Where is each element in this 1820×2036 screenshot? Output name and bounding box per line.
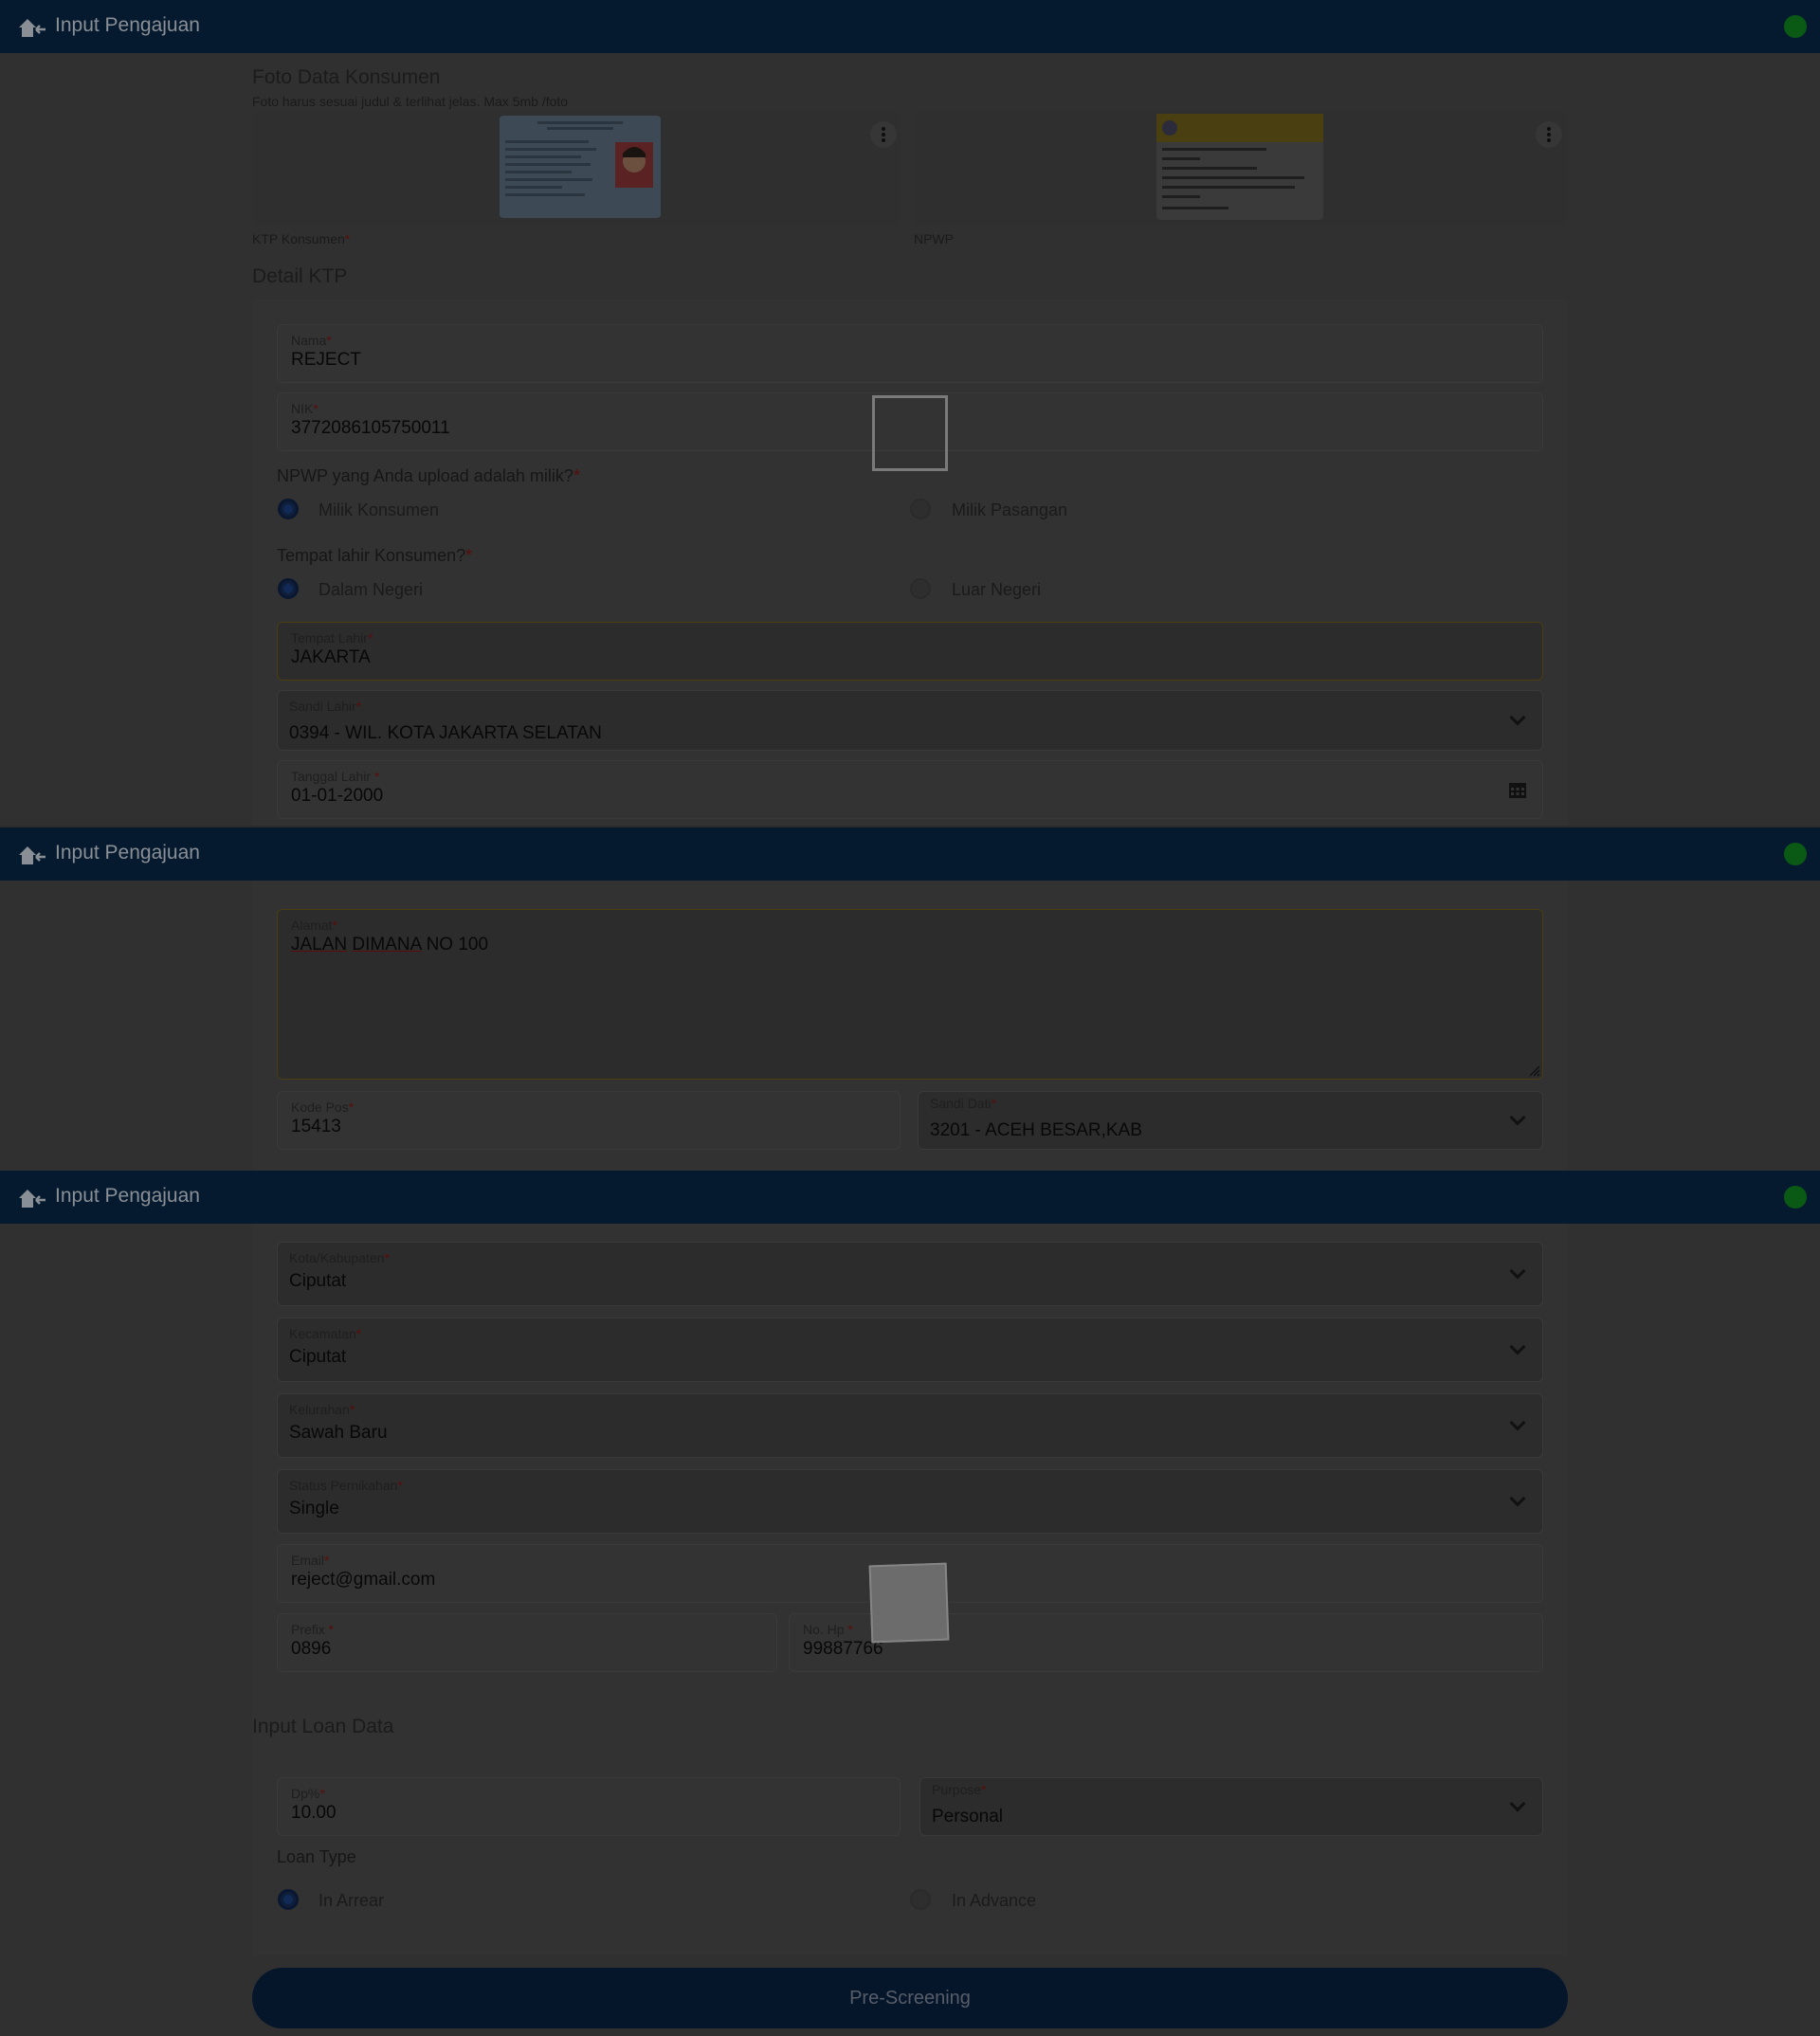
sandi-lahir-value: 0394 - WIL. KOTA JAKARTA SELATAN xyxy=(289,723,602,743)
page-title: Input Pengajuan xyxy=(55,14,200,36)
nama-value: REJECT xyxy=(291,350,361,370)
status-indicator xyxy=(1784,1186,1807,1209)
alamat-textarea[interactable]: Alamat* JALAN DIMANA NO 100 xyxy=(277,909,1543,1080)
status-pernikahan-select[interactable]: Status Pernikahan* Single xyxy=(277,1469,1543,1534)
dp-value: 10.00 xyxy=(291,1803,337,1823)
prefix-field[interactable]: Prefix * 0896 xyxy=(277,1613,777,1672)
alamat-value: JALAN DIMANA NO 100 xyxy=(291,935,489,954)
home-back-icon[interactable] xyxy=(17,1186,47,1210)
kota-value: Ciputat xyxy=(289,1271,347,1291)
app-bar: Input Pengajuan xyxy=(0,1171,1820,1224)
kecamatan-value: Ciputat xyxy=(289,1347,347,1367)
page-title: Input Pengajuan xyxy=(55,1185,200,1207)
kelurahan-value: Sawah Baru xyxy=(289,1423,388,1443)
chevron-down-icon xyxy=(1509,1109,1526,1126)
dalam-negeri-label: Dalam Negeri xyxy=(318,580,424,599)
npwp-owner-pasangan-radio[interactable] xyxy=(910,499,931,519)
kecamatan-select[interactable]: Kecamatan* Ciputat xyxy=(277,1318,1543,1382)
npwp-owner-konsumen-radio[interactable] xyxy=(278,499,299,519)
screen-segment-1: Input Pengajuan Foto Data Konsumen Foto … xyxy=(0,0,1820,826)
npwp-photo-tile[interactable] xyxy=(914,112,1568,226)
chevron-down-icon xyxy=(1509,1263,1526,1280)
photo-hint: Foto harus sesuai judul & terlihat jelas… xyxy=(252,94,569,109)
npwp-photo-label: NPWP xyxy=(914,231,954,246)
loan-section-title: Input Loan Data xyxy=(252,1716,394,1737)
photo-section-title: Foto Data Konsumen xyxy=(252,66,441,88)
screen-segment-3: Input Pengajuan Kota/Kabupaten* Ciputat … xyxy=(0,1171,1820,2036)
tanggal-lahir-value: 01-01-2000 xyxy=(291,786,384,806)
screen-segment-2: Input Pengajuan Alamat* JALAN DIMANA NO … xyxy=(0,827,1820,1171)
nik-value: 3772086105750011 xyxy=(291,418,450,438)
status-indicator xyxy=(1784,843,1807,865)
home-back-icon[interactable] xyxy=(17,15,47,40)
sandi-dati-value: 3201 - ACEH BESAR,KAB xyxy=(930,1120,1142,1140)
more-vertical-icon[interactable] xyxy=(1536,121,1562,148)
purpose-select[interactable]: Purpose* Personal xyxy=(919,1777,1543,1836)
dalam-negeri-radio[interactable] xyxy=(278,578,299,599)
luar-negeri-label: Luar Negeri xyxy=(952,580,1042,599)
dp-field[interactable]: Dp%* 10.00 xyxy=(277,1777,901,1836)
chevron-down-icon xyxy=(1509,1795,1526,1812)
npwp-owner-pasangan-label: Milik Pasangan xyxy=(952,500,1068,519)
in-advance-radio[interactable] xyxy=(910,1889,931,1910)
resize-handle-icon[interactable] xyxy=(1527,1063,1540,1077)
luar-negeri-radio[interactable] xyxy=(910,578,931,599)
in-advance-label: In Advance xyxy=(952,1891,1037,1910)
kode-pos-value: 15413 xyxy=(291,1117,341,1136)
prefix-value: 0896 xyxy=(291,1639,332,1659)
chevron-down-icon xyxy=(1509,709,1526,726)
status-pernikahan-value: Single xyxy=(289,1499,339,1518)
ktp-photo-label: KTP Konsumen* xyxy=(252,231,351,246)
selection-square xyxy=(872,395,948,471)
ktp-card-image xyxy=(500,116,661,218)
purpose-value: Personal xyxy=(932,1807,1003,1827)
kelurahan-select[interactable]: Kelurahan* Sawah Baru xyxy=(277,1393,1543,1458)
chevron-down-icon xyxy=(1509,1338,1526,1355)
nama-field[interactable]: Nama* REJECT xyxy=(277,324,1543,383)
chevron-down-icon xyxy=(1509,1414,1526,1431)
npwp-card-image xyxy=(1156,114,1323,220)
kode-pos-field[interactable]: Kode Pos* 15413 xyxy=(277,1091,901,1150)
selection-square xyxy=(868,1562,950,1644)
in-arrear-label: In Arrear xyxy=(318,1891,385,1910)
page-title: Input Pengajuan xyxy=(55,842,200,863)
npwp-owner-konsumen-label: Milik Konsumen xyxy=(318,500,440,519)
tempat-lahir-field[interactable]: Tempat Lahir* JAKARTA xyxy=(277,622,1543,681)
sandi-dati-select[interactable]: Sandi Dati* 3201 - ACEH BESAR,KAB xyxy=(918,1091,1543,1150)
email-value: reject@gmail.com xyxy=(291,1570,436,1590)
tempat-lahir-value: JAKARTA xyxy=(291,647,371,667)
loan-type-question: Loan Type xyxy=(277,1847,356,1866)
calendar-icon[interactable] xyxy=(1508,780,1527,799)
npwp-owner-question: NPWP yang Anda upload adalah milik?* xyxy=(277,466,580,485)
home-back-icon[interactable] xyxy=(17,843,47,867)
app-bar: Input Pengajuan xyxy=(0,827,1820,881)
kota-select[interactable]: Kota/Kabupaten* Ciputat xyxy=(277,1242,1543,1306)
app-bar: Input Pengajuan xyxy=(0,0,1820,53)
birthplace-question: Tempat lahir Konsumen?* xyxy=(277,546,473,565)
pre-screening-button[interactable]: Pre-Screening xyxy=(252,1968,1568,2028)
sandi-lahir-select[interactable]: Sandi Lahir* 0394 - WIL. KOTA JAKARTA SE… xyxy=(277,690,1543,751)
in-arrear-radio[interactable] xyxy=(278,1889,299,1910)
chevron-down-icon xyxy=(1509,1490,1526,1507)
ktp-photo-tile[interactable] xyxy=(252,112,901,226)
ktp-section-title: Detail KTP xyxy=(252,265,348,287)
status-indicator xyxy=(1784,15,1807,38)
more-vertical-icon[interactable] xyxy=(870,121,897,148)
tanggal-lahir-field[interactable]: Tanggal Lahir * 01-01-2000 xyxy=(277,760,1543,819)
